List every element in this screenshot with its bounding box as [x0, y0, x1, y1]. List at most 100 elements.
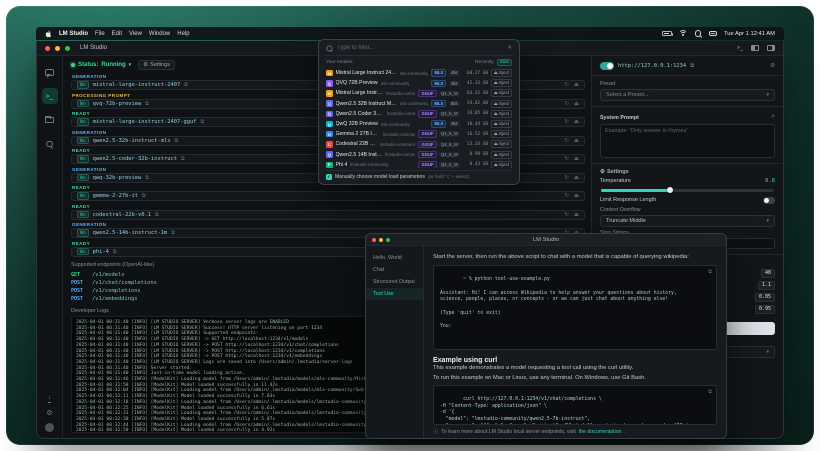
docs-sidebar-item[interactable]: Chat	[366, 264, 423, 276]
apple-menu-icon[interactable]	[45, 30, 52, 38]
refresh-icon[interactable]: ↻	[564, 101, 569, 107]
refresh-icon[interactable]: ↻	[564, 156, 569, 162]
expand-icon[interactable]: ↗	[770, 114, 775, 120]
menu-item[interactable]: Window	[149, 31, 170, 37]
limit-response-toggle[interactable]	[763, 197, 775, 204]
picker-model-row[interactable]: M Mistral Large Instruct 2407 lmstudio-c…	[324, 88, 514, 98]
docs-sidebar-item[interactable]: Structured Output	[366, 276, 423, 288]
copy-icon[interactable]: ⧉	[708, 269, 712, 276]
server-toggle[interactable]	[600, 62, 614, 70]
eject-button[interactable]: ⏏ Eject	[491, 161, 512, 168]
sampling-value[interactable]: 1.1	[758, 281, 775, 290]
picker-model-row[interactable]: Q Qwen2.5 32B Instruct MLX mlx-community…	[324, 99, 514, 109]
sampling-value[interactable]: 40	[761, 269, 775, 278]
copy-icon[interactable]: ⧉	[155, 212, 159, 218]
copy-icon[interactable]: ⧉	[171, 230, 175, 236]
refresh-icon[interactable]: ↻	[564, 212, 569, 218]
copy-icon[interactable]: ⧉	[142, 193, 146, 199]
user-avatar[interactable]	[45, 423, 54, 432]
eject-icon[interactable]: ⏏	[574, 138, 579, 144]
documentation-link[interactable]: the documentation	[579, 429, 622, 435]
control-center-icon[interactable]	[709, 31, 717, 37]
eject-icon[interactable]: ⏏	[574, 212, 579, 218]
refresh-icon[interactable]: ↻	[564, 193, 569, 199]
manual-load-label[interactable]: Manually choose model load parameters	[335, 174, 425, 180]
nav-chat[interactable]	[42, 64, 58, 80]
eject-icon[interactable]: ⏏	[574, 175, 579, 181]
eject-button[interactable]: ⏏ Eject	[491, 130, 512, 138]
sort-size-button[interactable]: Size	[497, 59, 512, 66]
picker-model-row[interactable]: Q Qwen2.5 Coder 32B Instruct lmstudio-co…	[324, 109, 514, 119]
menu-item[interactable]: Help	[177, 31, 189, 37]
server-url[interactable]: http://127.0.0.1:1234	[618, 63, 686, 69]
menu-item[interactable]: Edit	[112, 31, 122, 37]
search-icon[interactable]	[695, 30, 702, 37]
slider-knob[interactable]	[667, 187, 673, 193]
nav-discover[interactable]	[42, 136, 58, 152]
sort-recently-button[interactable]: Recently	[475, 60, 494, 65]
menubar-app-name[interactable]: LM Studio	[59, 31, 88, 37]
temperature-slider[interactable]	[601, 189, 774, 192]
picker-model-row[interactable]: Q QwQ 32B Preview mlx-community MLX 4bit…	[324, 119, 514, 129]
nav-my-models[interactable]	[42, 112, 58, 128]
left-sidebar-toggle-icon[interactable]	[751, 45, 759, 51]
eject-button[interactable]: ⏏ Eject	[491, 151, 512, 159]
copy-icon[interactable]: ⧉	[184, 82, 188, 88]
menu-item[interactable]: File	[95, 31, 105, 37]
copy-icon[interactable]: ⧉	[708, 389, 712, 396]
eject-button[interactable]: ⏏ Eject	[491, 110, 512, 118]
preset-select[interactable]: Select a Preset... ▾	[600, 89, 775, 101]
eject-button[interactable]: ⏏ Eject	[491, 79, 512, 87]
refresh-icon[interactable]: ↻	[564, 82, 569, 88]
zoom-window-button[interactable]	[65, 46, 70, 51]
close-icon[interactable]: ✕	[507, 45, 512, 51]
eject-icon[interactable]: ⏏	[574, 101, 579, 107]
model-row[interactable]: llm codestral-22b-v0.1 ⧉ ↻ ⏏	[71, 210, 585, 220]
picker-model-row[interactable]: C Codestral 22B v0.1 lmstudio-community …	[324, 139, 514, 149]
copy-icon[interactable]: ⧉	[200, 119, 204, 125]
close-window-button[interactable]	[45, 46, 50, 51]
copy-icon[interactable]: ⧉	[181, 156, 185, 162]
copy-icon[interactable]: ⧉	[145, 175, 149, 181]
eject-button[interactable]: ⏏ Eject	[491, 69, 512, 77]
minimize-window-button[interactable]	[55, 46, 60, 51]
nav-developer[interactable]: >_	[42, 88, 58, 104]
eject-button[interactable]: ⏏ Eject	[491, 89, 512, 97]
docs-sidebar-item[interactable]: Tool Use	[366, 288, 423, 300]
sampling-value[interactable]: 0.95	[755, 305, 775, 314]
docs-sidebar-item[interactable]: Hello, World	[366, 252, 423, 264]
eject-icon[interactable]: ⏏	[574, 82, 579, 88]
refresh-icon[interactable]: ↻	[564, 119, 569, 125]
terminal-toggle-icon[interactable]: >_	[737, 45, 743, 51]
copy-icon[interactable]: ⧉	[175, 138, 179, 144]
system-prompt-input[interactable]	[600, 124, 775, 158]
eject-button[interactable]: ⏏ Eject	[491, 120, 512, 128]
refresh-icon[interactable]: ↻	[564, 138, 569, 144]
eject-icon[interactable]: ⏏	[574, 156, 579, 162]
wifi-icon[interactable]	[679, 30, 688, 37]
menu-item[interactable]: View	[129, 31, 142, 37]
picker-model-row[interactable]: G Gemma 2 27B Instruct lmstudio-communit…	[324, 129, 514, 139]
refresh-icon[interactable]: ↻	[564, 175, 569, 181]
downloads-icon[interactable]: ↓	[48, 395, 52, 403]
server-status[interactable]: Status: Running ▾	[71, 62, 131, 68]
context-overflow-select[interactable]: Truncate Middle ▾	[600, 215, 775, 227]
copy-icon[interactable]: ⧉	[113, 249, 117, 255]
copy-icon[interactable]: ⧉	[145, 101, 149, 107]
eject-button[interactable]: ⏏ Eject	[491, 140, 512, 148]
model-search-input[interactable]	[337, 45, 503, 51]
checkbox-checked[interactable]: ✓	[326, 174, 332, 180]
sampling-value[interactable]: 0.05	[755, 293, 775, 302]
menubar-clock[interactable]: Tue Apr 1 12:41 AM	[724, 31, 775, 37]
picker-model-row[interactable]: P Phi 4 lmstudio-community GGUF Q4_K_M 8…	[324, 160, 514, 168]
picker-model-row[interactable]: Q QVQ 72B Preview mlx-community MLX 4bit…	[324, 78, 514, 88]
eject-icon[interactable]: ⏏	[574, 119, 579, 125]
picker-model-row[interactable]: M Mistral Large Instruct 2407 mlx-commun…	[324, 68, 514, 78]
model-row[interactable]: llm gemma-2-27b-it ⧉ ↻ ⏏	[71, 191, 585, 201]
eject-icon[interactable]: ⏏	[574, 193, 579, 199]
server-settings-button[interactable]: ⚙ Settings	[138, 60, 175, 70]
settings-gear-icon[interactable]: ⚙	[46, 409, 52, 417]
picker-model-row[interactable]: Q Qwen2.5 14B Instruct 1M lmstudio-commu…	[324, 150, 514, 160]
copy-url-icon[interactable]: ⧉	[690, 63, 694, 70]
eject-button[interactable]: ⏏ Eject	[491, 100, 512, 108]
